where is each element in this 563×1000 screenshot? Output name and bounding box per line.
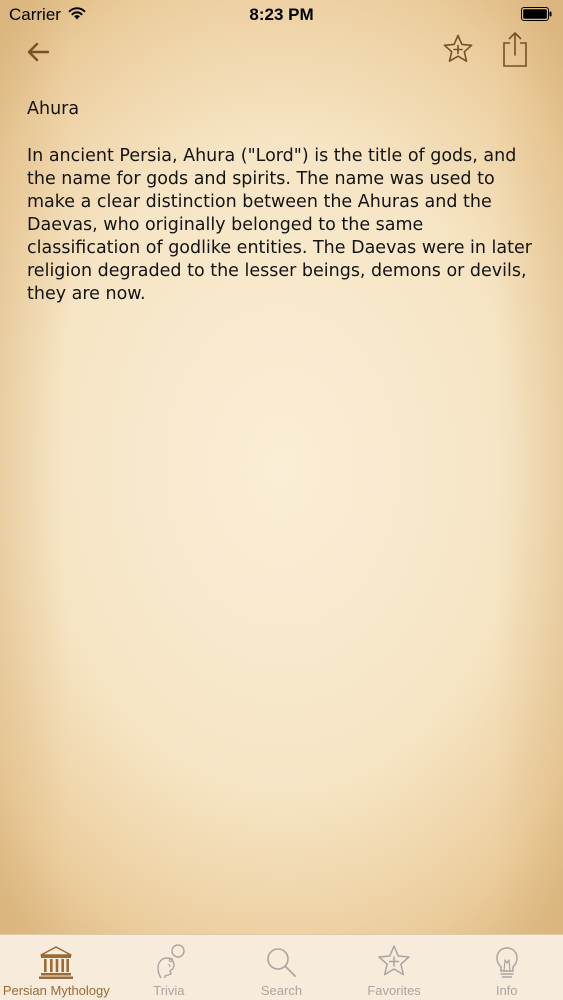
temple-icon <box>39 946 74 979</box>
search-icon <box>267 948 297 977</box>
tab-trivia[interactable]: Trivia <box>113 935 226 1000</box>
tab-label: Persian Mythology <box>2 983 110 998</box>
tab-label: Favorites <box>367 983 421 998</box>
article-title: Ahura <box>27 99 80 119</box>
star-icon <box>378 945 410 976</box>
battery-icon <box>521 7 552 21</box>
share-icon[interactable] <box>500 30 530 70</box>
tab-bar: Persian Mythology Trivia Search Favorite… <box>0 934 563 1000</box>
lightbulb-icon <box>495 947 518 978</box>
thinking-person-icon <box>157 944 185 979</box>
tab-info[interactable]: Info <box>450 935 563 1000</box>
status-time: 8:23 PM <box>249 5 314 24</box>
tab-label: Trivia <box>153 983 185 998</box>
tab-favorites[interactable]: Favorites <box>338 935 451 1000</box>
arrow-left-icon[interactable] <box>22 36 54 68</box>
status-bar: Carrier 8:23 PM <box>0 0 563 30</box>
navigation-bar <box>0 30 563 74</box>
tab-label: Search <box>260 983 303 998</box>
tab-search[interactable]: Search <box>225 935 338 1000</box>
article-body: In ancient Persia, Ahura ("Lord") is the… <box>27 146 532 304</box>
tab-persian-mythology[interactable]: Persian Mythology <box>0 935 113 1000</box>
tab-label: Info <box>495 983 518 998</box>
star-add-icon[interactable] <box>440 32 476 68</box>
article-content: Ahura In ancient Persia, Ahura ("Lord") … <box>27 97 537 306</box>
